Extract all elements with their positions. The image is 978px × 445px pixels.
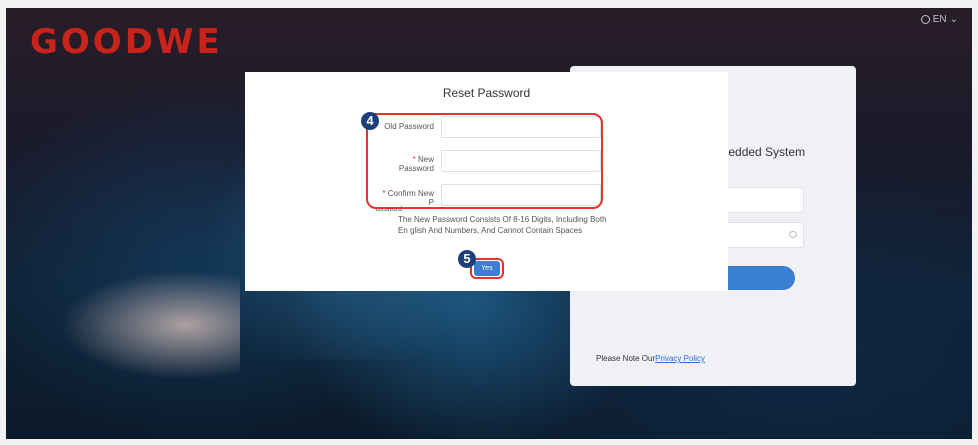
privacy-notice: Please Note OurPrivacy Policy xyxy=(596,354,705,363)
language-label: EN xyxy=(932,14,947,25)
language-selector[interactable]: EN ⌄ xyxy=(920,14,958,25)
fields-highlight-box xyxy=(366,113,603,209)
chevron-down-icon: ⌄ xyxy=(949,14,958,25)
username-input[interactable] xyxy=(724,187,804,213)
window-top-edge xyxy=(0,0,978,8)
globe-icon xyxy=(920,15,930,24)
hand-glow-decoration xyxy=(60,270,240,380)
privacy-policy-link[interactable]: Privacy Policy xyxy=(655,354,705,363)
login-page-background: GOODWE EN ⌄ nbedded System Please Note O… xyxy=(0,0,978,445)
password-rule-hint: The New Password Consists Of 8-16 Digits… xyxy=(398,215,607,235)
dialog-title: Reset Password xyxy=(442,86,531,100)
goodwe-logo: GOODWE xyxy=(30,22,223,62)
login-button[interactable] xyxy=(724,266,795,290)
yes-button[interactable]: Yes xyxy=(474,261,500,276)
window-bottom-edge xyxy=(0,439,978,445)
step-4-badge: 4 xyxy=(361,112,379,130)
window-right-edge xyxy=(972,0,978,445)
eye-icon[interactable] xyxy=(789,231,797,238)
window-left-edge xyxy=(0,0,6,445)
password-input[interactable] xyxy=(724,222,804,248)
step-5-badge: 5 xyxy=(458,250,476,268)
privacy-prefix: Please Note Our xyxy=(596,354,656,363)
login-title: nbedded System xyxy=(715,145,806,159)
